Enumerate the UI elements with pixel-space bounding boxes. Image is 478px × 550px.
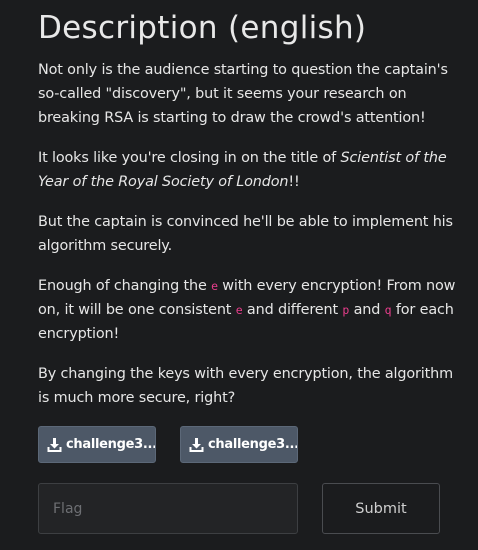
paragraph-2-text: It looks like you're closing in on the t… — [38, 150, 341, 166]
download-button-2[interactable]: challenge3... — [180, 426, 298, 463]
page-title: Description (english) — [38, 10, 367, 46]
challenge-description: Description (english) Not only is the au… — [38, 8, 458, 463]
paragraph-3: But the captain is convinced he'll be ab… — [38, 214, 453, 254]
paragraph-4-text-c: and different — [242, 302, 343, 318]
code-e-2: e — [235, 303, 243, 317]
code-e: e — [211, 279, 218, 293]
download-button-2-label: challenge3... — [208, 437, 298, 452]
paragraph-2: It looks like you're closing in on the t… — [38, 146, 458, 194]
paragraph-4: Enough of changing the e with every encr… — [38, 274, 458, 346]
paragraph-1: Not only is the audience starting to que… — [38, 62, 448, 126]
paragraph-4-text-a: Enough of changing the — [38, 278, 212, 294]
flag-input[interactable] — [38, 483, 298, 534]
paragraph-4-text-d: and — [349, 302, 385, 318]
paragraph-2-end: !! — [288, 174, 300, 190]
download-button-1-label: challenge3... — [66, 437, 156, 452]
download-buttons: challenge3... challenge3... — [38, 426, 458, 463]
download-button-1[interactable]: challenge3... — [38, 426, 156, 463]
flag-form: Submit — [38, 483, 440, 534]
download-icon — [189, 437, 204, 452]
download-icon — [47, 437, 62, 452]
submit-button[interactable]: Submit — [322, 483, 440, 534]
paragraph-5: By changing the keys with every encrypti… — [38, 366, 453, 406]
